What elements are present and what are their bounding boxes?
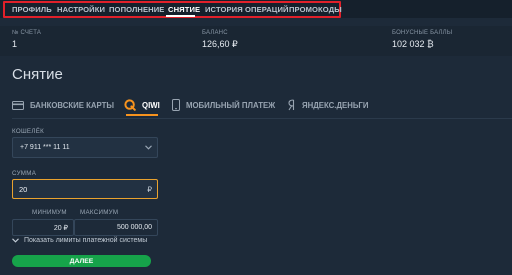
payment-method-tabs: БАНКОВСКИЕ КАРТЫ QIWI МОБИЛЬНЫЙ ПЛАТЕЖ Я… [0, 94, 512, 116]
account-number-value: 1 [12, 39, 18, 49]
active-tab-underline [166, 15, 195, 17]
method-tab-yandex-label: ЯНДЕКС.ДЕНЬГИ [302, 100, 369, 110]
method-tab-qiwi[interactable]: QIWI [124, 98, 160, 112]
chevron-down-icon [12, 238, 19, 243]
currency-symbol: ₽ [147, 185, 152, 194]
wallet-label: КОШЕЛЁК [12, 128, 45, 135]
bonus-points: БОНУСНЫЕ БАЛЛЫ 102 032 ₿ [392, 30, 452, 49]
amount-value: 20 [19, 185, 28, 194]
method-tab-mobile[interactable]: МОБИЛЬНЫЙ ПЛАТЕЖ [172, 98, 275, 112]
phone-icon [172, 99, 180, 111]
bonus-value: 102 032 ₿ [392, 39, 434, 49]
tab-history[interactable]: ИСТОРИЯ ОПЕРАЦИЙ [205, 5, 289, 14]
wallet-value: +7 911 *** 11 11 [20, 144, 70, 151]
top-nav: ПРОФИЛЬ НАСТРОЙКИ ПОПОЛНЕНИЕ СНЯТИЕ ИСТО… [0, 0, 512, 18]
tab-promocodes[interactable]: ПРОМОКОДЫ [289, 5, 342, 14]
method-tab-bank-cards-label: БАНКОВСКИЕ КАРТЫ [30, 100, 114, 110]
method-tab-bank-cards[interactable]: БАНКОВСКИЕ КАРТЫ [12, 98, 114, 112]
card-icon [12, 100, 24, 110]
show-limits-label: Показать лимиты платежной системы [24, 237, 148, 244]
amount-label: СУММА [12, 170, 37, 177]
tab-deposit[interactable]: ПОПОЛНЕНИЕ [109, 5, 164, 14]
wallet-select[interactable]: +7 911 *** 11 11 [12, 137, 158, 158]
amount-input[interactable]: 20 ₽ [12, 179, 158, 199]
chevron-down-icon [145, 145, 152, 152]
max-amount: 500 000,00 [74, 219, 158, 236]
tab-profile[interactable]: ПРОФИЛЬ [12, 5, 52, 14]
method-tab-qiwi-label: QIWI [142, 100, 160, 110]
next-button[interactable]: ДАЛЕЕ [12, 255, 151, 267]
max-label: МАКСИМУМ [80, 209, 119, 216]
method-tab-yandex[interactable]: ЯНДЕКС.ДЕНЬГИ [288, 98, 368, 112]
active-method-underline [126, 114, 158, 116]
balance-value: 126,60 ₽ [202, 39, 238, 49]
page-title: Снятие [12, 66, 63, 83]
method-tab-mobile-label: МОБИЛЬНЫЙ ПЛАТЕЖ [186, 100, 276, 110]
min-label: МИНИМУМ [32, 209, 67, 216]
qiwi-icon [124, 99, 136, 111]
tab-settings[interactable]: НАСТРОЙКИ [57, 5, 105, 14]
yandex-icon [288, 99, 296, 111]
account-number-label: № СЧЕТА [12, 30, 42, 36]
tabs-divider [12, 118, 512, 119]
min-amount: 20 ₽ [12, 219, 74, 236]
tab-withdrawal[interactable]: СНЯТИЕ [168, 5, 200, 14]
account-info-bar: № СЧЕТА 1 БАЛАНС 126,60 ₽ БОНУСНЫЕ БАЛЛЫ… [0, 26, 512, 56]
balance: БАЛАНС 126,60 ₽ [202, 30, 238, 50]
show-limits-link[interactable]: Показать лимиты платежной системы [12, 237, 147, 244]
account-number: № СЧЕТА 1 [12, 30, 41, 49]
balance-label: БАЛАНС [202, 30, 228, 36]
bonus-label: БОНУСНЫЕ БАЛЛЫ [392, 30, 453, 36]
